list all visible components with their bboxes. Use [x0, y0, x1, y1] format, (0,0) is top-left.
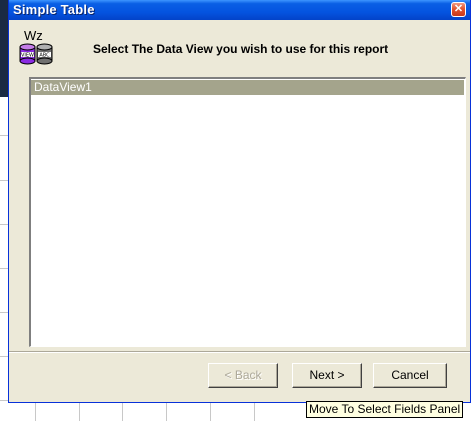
window-title: Simple Table	[13, 2, 95, 17]
view-abc-icon: Wz VIEW ABC	[19, 28, 59, 68]
back-button[interactable]: < Back	[208, 363, 278, 388]
next-button-label: Next >	[309, 368, 345, 382]
close-button[interactable]: ✕	[451, 2, 466, 17]
svg-text:ABC: ABC	[39, 53, 50, 59]
grid-line	[166, 402, 167, 421]
close-icon: ✕	[453, 3, 464, 15]
cancel-button-label: Cancel	[391, 368, 429, 382]
instruction-text: Select The Data View you wish to use for…	[93, 42, 389, 56]
simple-table-dialog: Simple Table ✕ Wz VIEW ABC Select The Da…	[8, 0, 471, 403]
grid-line	[210, 402, 211, 421]
next-button[interactable]: Next >	[292, 363, 362, 388]
button-separator	[9, 351, 470, 353]
title-bar[interactable]: Simple Table ✕	[9, 0, 470, 20]
wizard-header: Wz VIEW ABC Select The Data View you wis…	[9, 20, 470, 75]
grid-line	[35, 402, 36, 421]
grid-line	[79, 402, 80, 421]
cancel-button[interactable]: Cancel	[373, 363, 447, 388]
back-button-label: < Back	[224, 368, 262, 382]
svg-text:VIEW: VIEW	[21, 53, 34, 59]
grid-line	[122, 402, 123, 421]
grid-line	[254, 402, 255, 421]
database-cylinders-icon: VIEW ABC	[19, 43, 53, 65]
next-button-tooltip: Move To Select Fields Panel	[306, 401, 464, 418]
list-item-dataview1[interactable]: DataView1	[31, 80, 464, 95]
dataview-listbox[interactable]: DataView1	[29, 77, 466, 347]
